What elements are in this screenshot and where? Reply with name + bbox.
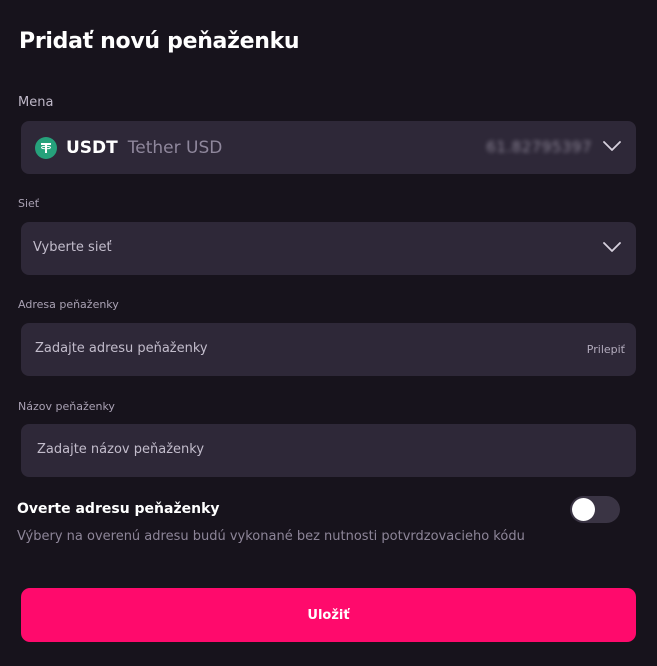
paste-button[interactable]: Prilepiť	[587, 343, 625, 356]
network-select[interactable]: Vyberte sieť	[21, 222, 636, 275]
network-label: Sieť	[18, 197, 40, 210]
address-input[interactable]: Zadajte adresu peňaženky Prilepiť	[21, 323, 636, 376]
network-placeholder: Vyberte sieť	[33, 240, 112, 255]
page-title: Pridať novú peňaženku	[19, 29, 300, 54]
currency-name: Tether USD	[127, 137, 223, 158]
wallet-name-label: Názov peňaženky	[18, 400, 115, 413]
wallet-name-placeholder: Zadajte názov peňaženky	[37, 442, 205, 457]
currency-balance: 61.82795397	[486, 138, 592, 156]
currency-select[interactable]: USDT Tether USD 61.82795397	[21, 121, 636, 174]
wallet-name-input[interactable]: Zadajte názov peňaženky	[21, 424, 636, 477]
chevron-down-icon	[603, 140, 621, 154]
toggle-knob	[572, 498, 595, 521]
save-button[interactable]: Uložiť	[21, 588, 636, 642]
verify-description: Výbery na overenú adresu budú vykonané b…	[17, 529, 525, 544]
verify-title: Overte adresu peňaženky	[17, 501, 220, 517]
verify-toggle[interactable]	[570, 496, 620, 523]
add-wallet-dialog: Pridať novú peňaženku Mena USDT Tether U…	[0, 0, 657, 666]
address-placeholder: Zadajte adresu peňaženky	[35, 341, 208, 356]
currency-code: USDT	[66, 137, 118, 158]
currency-label: Mena	[18, 95, 54, 110]
chevron-down-icon	[603, 241, 621, 255]
tether-icon	[35, 136, 57, 159]
address-label: Adresa peňaženky	[18, 298, 119, 311]
